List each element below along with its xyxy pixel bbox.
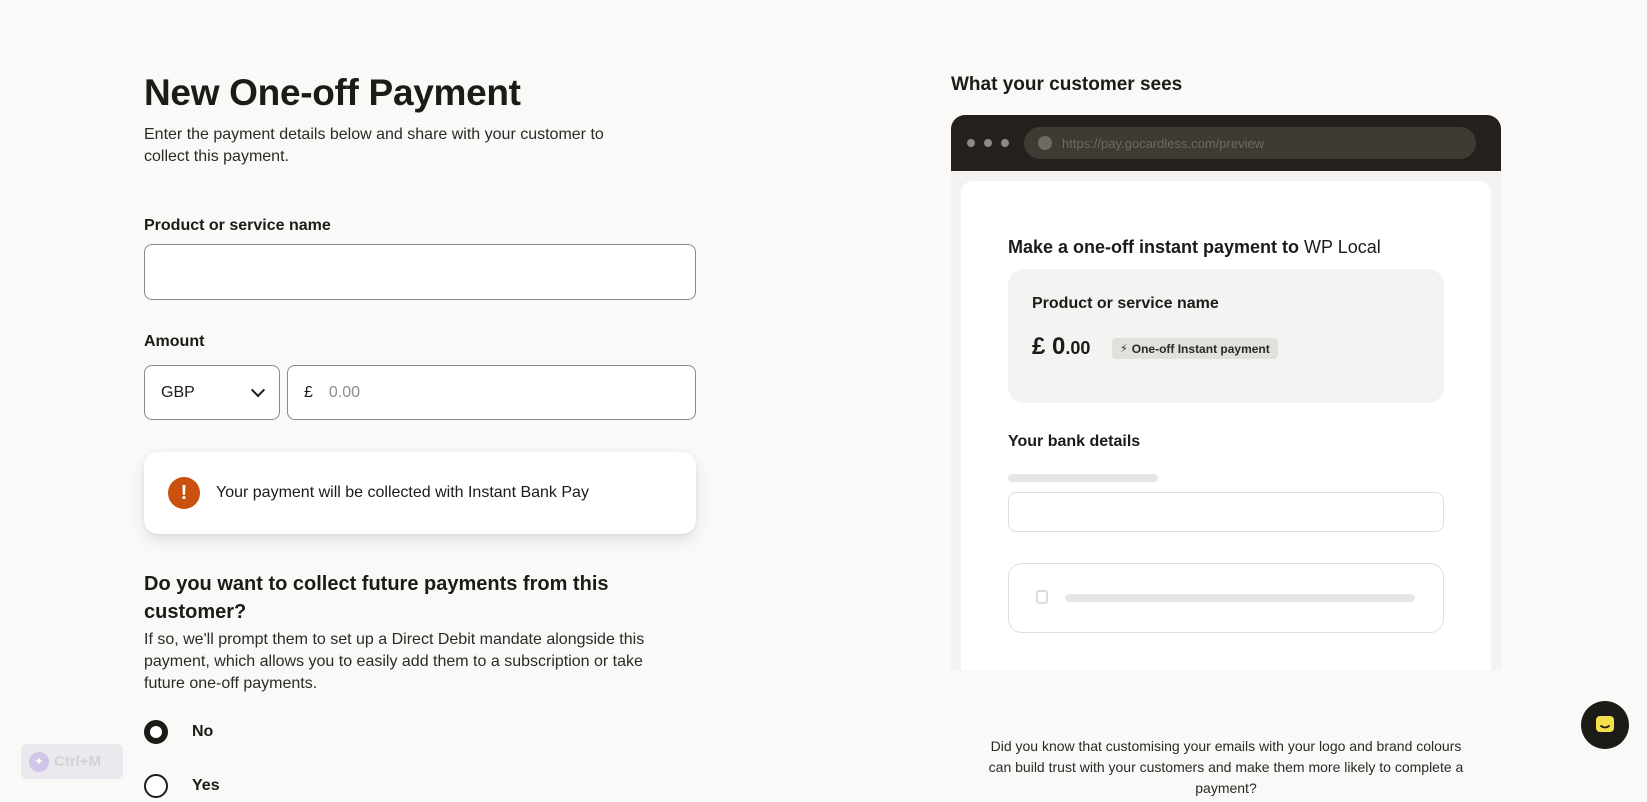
radio-option-yes[interactable]: Yes xyxy=(144,774,220,798)
notice-text: Your payment will be collected with Inst… xyxy=(216,484,589,501)
placeholder-icon xyxy=(1036,590,1048,604)
summary-amount-major: £ 0 xyxy=(1032,333,1066,360)
skeleton-box xyxy=(1008,563,1444,633)
radio-button-yes[interactable] xyxy=(144,774,168,798)
currency-select[interactable]: GBP xyxy=(144,365,280,420)
window-dot-icon xyxy=(1001,139,1009,147)
preview-url-bar: https://pay.gocardless.com/preview xyxy=(1024,127,1476,159)
shortcut-badge[interactable]: ✦ Ctrl+M xyxy=(21,744,123,779)
merchant-name: WP Local xyxy=(1304,237,1381,257)
bank-details-label: Your bank details xyxy=(1008,433,1141,450)
warning-icon: ! xyxy=(168,477,200,509)
future-payments-description: If so, we'll prompt them to set up a Dir… xyxy=(144,631,645,692)
skeleton-line xyxy=(1065,594,1415,602)
skeleton-line xyxy=(1008,474,1158,482)
preview-heading-prefix: Make a one-off instant payment to xyxy=(1008,237,1305,257)
page: New One-off Payment Enter the payment de… xyxy=(0,0,1647,802)
amount-input[interactable]: £ 0.00 xyxy=(287,365,696,420)
summary-product-name: Product or service name xyxy=(1032,295,1219,312)
chat-icon xyxy=(1596,716,1614,732)
payment-type-badge: ⚡ One-off Instant payment xyxy=(1112,338,1278,359)
product-name-label: Product or service name xyxy=(144,217,331,234)
payment-method-notice: ! Your payment will be collected with In… xyxy=(144,452,696,534)
preview-heading: Make a one-off instant payment to WP Loc… xyxy=(1008,237,1381,258)
preview-title: What your customer sees xyxy=(951,74,1183,95)
radio-button-no[interactable] xyxy=(144,720,168,744)
summary-amount-minor: .00 xyxy=(1065,338,1091,358)
page-subtitle: Enter the payment details below and shar… xyxy=(144,126,604,165)
shortcut-label: Ctrl+M xyxy=(54,753,102,770)
amount-label: Amount xyxy=(144,333,205,350)
extension-icon: ✦ xyxy=(29,751,49,772)
customer-preview-window: https://pay.gocardless.com/preview Make … xyxy=(951,115,1501,670)
window-dot-icon xyxy=(967,139,975,147)
amount-placeholder: 0.00 xyxy=(328,383,361,401)
chat-button[interactable] xyxy=(1581,701,1629,749)
product-name-input[interactable] xyxy=(144,244,696,300)
radio-option-no[interactable]: No xyxy=(144,720,213,744)
lightning-icon: ⚡ xyxy=(1120,343,1128,355)
lock-icon xyxy=(1038,136,1052,150)
summary-amount: £ 0.00 xyxy=(1032,333,1090,361)
payment-type-label: One-off Instant payment xyxy=(1131,341,1270,356)
currency-symbol: £ xyxy=(304,383,313,401)
radio-label-no: No xyxy=(192,723,214,740)
preview-card: Make a one-off instant payment to WP Loc… xyxy=(961,181,1491,670)
page-title: New One-off Payment xyxy=(144,72,521,113)
window-dot-icon xyxy=(984,139,992,147)
browser-chrome: https://pay.gocardless.com/preview xyxy=(951,115,1501,171)
payment-summary: Product or service name £ 0.00 ⚡ One-off… xyxy=(1008,269,1444,403)
radio-label-yes: Yes xyxy=(192,777,220,794)
currency-value: GBP xyxy=(161,383,195,401)
payment-form: New One-off Payment Enter the payment de… xyxy=(144,70,696,798)
future-payments-question: Do you want to collect future payments f… xyxy=(144,573,609,623)
preview-url: https://pay.gocardless.com/preview xyxy=(1062,135,1265,151)
skeleton-input xyxy=(1008,492,1444,532)
branding-tip: Did you know that customising your email… xyxy=(988,738,1464,796)
chevron-down-icon xyxy=(250,382,266,397)
